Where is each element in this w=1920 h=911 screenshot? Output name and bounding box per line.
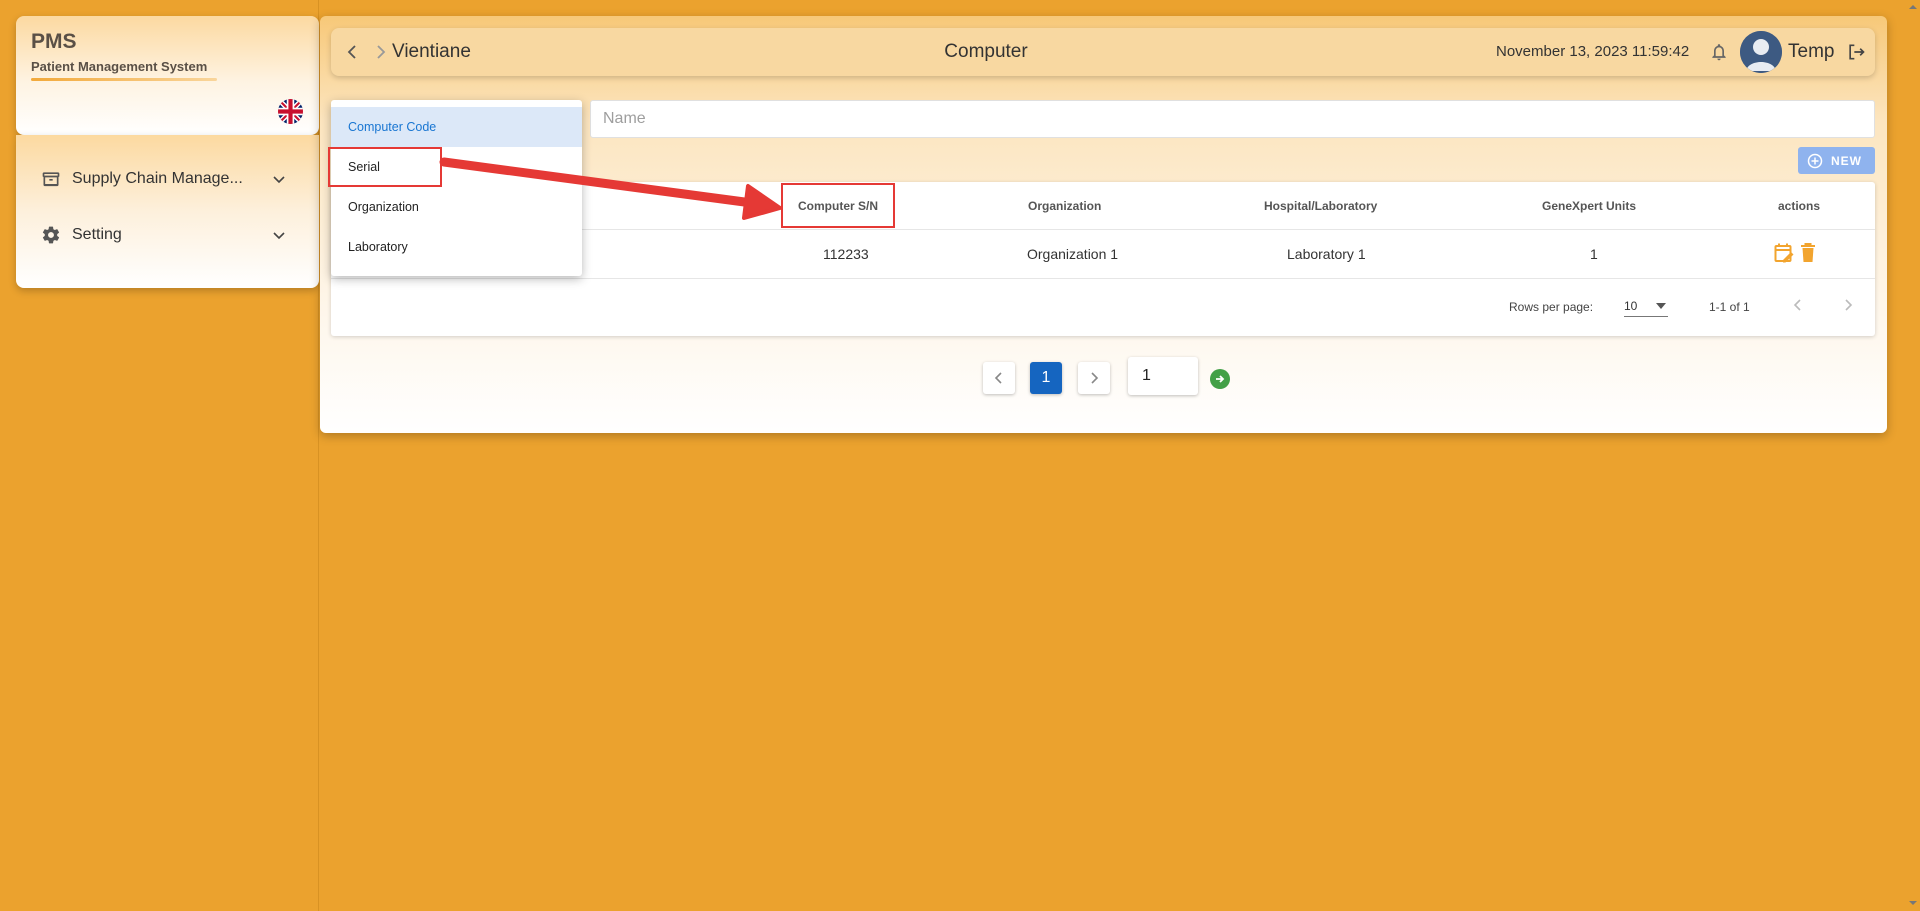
next-page-icon[interactable] (1841, 298, 1855, 312)
filter-option-computer-code[interactable]: Computer Code (331, 107, 582, 147)
pagination-prev-button[interactable] (983, 362, 1015, 394)
forward-arrow-icon[interactable] (371, 43, 389, 61)
column-header-organization[interactable]: Organization (1028, 199, 1101, 213)
go-page-button[interactable] (1210, 369, 1230, 389)
brand-card: PMS Patient Management System (16, 16, 319, 135)
column-header-computer-sn[interactable]: Computer S/N (798, 199, 878, 213)
archive-box-icon (42, 172, 60, 187)
filter-option-laboratory[interactable]: Laboratory (331, 227, 582, 267)
pagination-page-button[interactable]: 1 (1030, 362, 1062, 394)
sidebar-item-supply-chain[interactable]: Supply Chain Manage... (16, 159, 319, 199)
edit-calendar-icon[interactable] (1774, 242, 1794, 264)
name-search-input[interactable] (590, 100, 1875, 138)
top-bar: Vientiane Computer November 13, 2023 11:… (331, 28, 1875, 76)
chevron-down-icon (273, 232, 285, 240)
avatar[interactable] (1740, 31, 1782, 73)
row-divider (331, 278, 1875, 279)
column-header-actions: actions (1778, 199, 1821, 213)
goto-page-input[interactable] (1128, 357, 1198, 395)
filter-option-organization[interactable]: Organization (331, 187, 582, 227)
previous-page-icon[interactable] (1791, 298, 1805, 312)
cell-serial: 112233 (823, 246, 869, 262)
chevron-left-icon (994, 372, 1002, 384)
back-arrow-icon[interactable] (344, 43, 362, 61)
cell-units: 1 (1590, 246, 1598, 262)
logout-icon[interactable] (1846, 42, 1866, 62)
new-button[interactable]: NEW (1798, 147, 1875, 174)
current-location: Vientiane (392, 41, 471, 62)
rows-per-page-label: Rows per page: (1509, 300, 1594, 314)
rows-per-page-select[interactable]: 10 (1624, 295, 1668, 317)
gear-icon (42, 226, 60, 244)
filter-option-serial[interactable]: Serial (331, 147, 582, 187)
filter-field-dropdown: Computer Code Serial Organization Labora… (331, 100, 582, 276)
add-circle-icon (1807, 153, 1823, 168)
new-button-label: NEW (1831, 153, 1862, 168)
bell-icon[interactable] (1709, 41, 1729, 63)
uk-flag-icon[interactable] (278, 99, 303, 124)
chevron-down-icon (273, 176, 285, 184)
scroll-up-icon[interactable] (1908, 2, 1918, 12)
sidebar-item-label: Setting (72, 226, 122, 243)
column-header-hospital-laboratory[interactable]: Hospital/Laboratory (1264, 199, 1377, 213)
current-datetime: November 13, 2023 11:59:42 (1496, 43, 1690, 60)
brand-underline (31, 78, 217, 81)
arrow-right-icon (1216, 375, 1225, 383)
user-name[interactable]: Temp (1788, 41, 1834, 63)
sidebar-item-setting[interactable]: Setting (16, 215, 319, 255)
caret-down-icon (1656, 303, 1666, 309)
rows-range: 1-1 of 1 (1709, 300, 1750, 314)
app-name: PMS (31, 30, 77, 53)
column-header-genexpert-units[interactable]: GeneXpert Units (1542, 199, 1636, 213)
cell-laboratory: Laboratory 1 (1287, 246, 1366, 262)
cell-organization: Organization 1 (1027, 246, 1119, 262)
pagination-next-button[interactable] (1078, 362, 1110, 394)
chevron-right-icon (1091, 372, 1099, 384)
scroll-down-icon[interactable] (1908, 898, 1918, 908)
app-subtitle: Patient Management System (31, 59, 208, 74)
page-title: Computer (944, 41, 1028, 62)
rows-per-page-value: 10 (1624, 299, 1638, 313)
sidebar-nav: Supply Chain Manage... Setting (16, 135, 319, 288)
sidebar-item-label: Supply Chain Manage... (72, 170, 243, 187)
trash-icon[interactable] (1800, 243, 1816, 263)
